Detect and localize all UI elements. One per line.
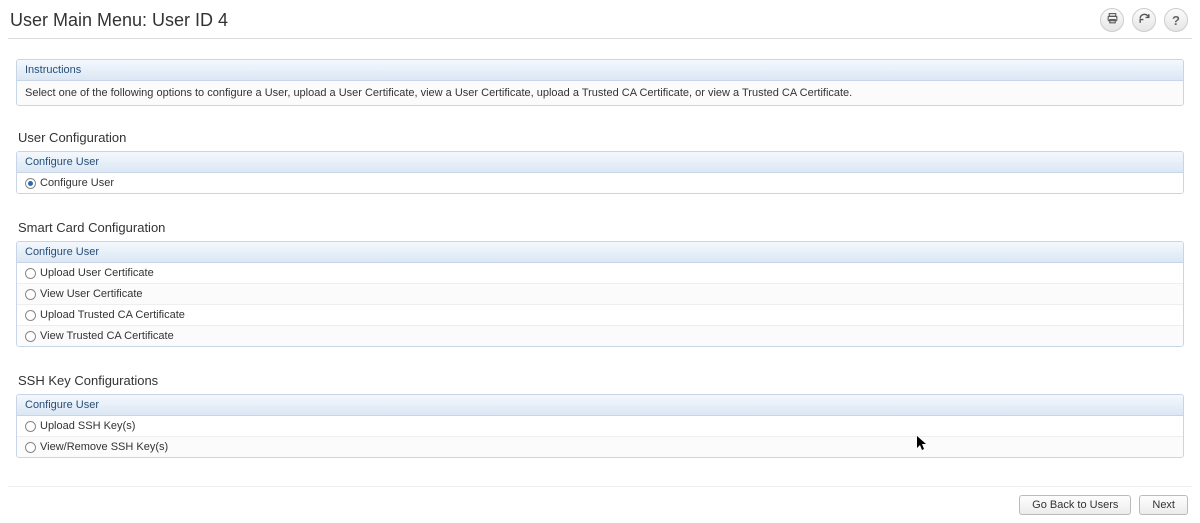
instructions-header: Instructions <box>17 60 1183 81</box>
radio-icon <box>25 421 36 432</box>
page-title: User Main Menu: User ID 4 <box>10 10 228 31</box>
option-upload-trusted-ca[interactable]: Upload Trusted CA Certificate <box>17 305 1183 326</box>
go-back-button[interactable]: Go Back to Users <box>1019 495 1131 515</box>
option-label: Upload SSH Key(s) <box>40 420 135 432</box>
print-button[interactable] <box>1100 8 1124 32</box>
printer-icon <box>1106 12 1119 28</box>
next-button[interactable]: Next <box>1139 495 1188 515</box>
option-upload-user-cert[interactable]: Upload User Certificate <box>17 263 1183 284</box>
option-label: View Trusted CA Certificate <box>40 330 174 342</box>
smart-card-title: Smart Card Configuration <box>18 220 1184 235</box>
user-config-subheader: Configure User <box>17 152 1183 173</box>
page-header: User Main Menu: User ID 4 ? <box>0 0 1200 38</box>
help-button[interactable]: ? <box>1164 8 1188 32</box>
option-label: View/Remove SSH Key(s) <box>40 441 168 453</box>
option-view-user-cert[interactable]: View User Certificate <box>17 284 1183 305</box>
refresh-button[interactable] <box>1132 8 1156 32</box>
option-view-trusted-ca[interactable]: View Trusted CA Certificate <box>17 326 1183 346</box>
radio-icon <box>25 289 36 300</box>
ssh-title: SSH Key Configurations <box>18 373 1184 388</box>
option-label: View User Certificate <box>40 288 143 300</box>
main-content: Instructions Select one of the following… <box>0 39 1200 458</box>
user-config-title: User Configuration <box>18 130 1184 145</box>
ssh-subheader: Configure User <box>17 395 1183 416</box>
instructions-panel: Instructions Select one of the following… <box>16 59 1184 106</box>
help-icon: ? <box>1172 13 1180 28</box>
footer-buttons: Go Back to Users Next <box>1019 495 1188 515</box>
option-view-remove-ssh-key[interactable]: View/Remove SSH Key(s) <box>17 437 1183 457</box>
refresh-icon <box>1138 12 1151 28</box>
option-label: Configure User <box>40 177 114 189</box>
header-toolbar: ? <box>1100 8 1188 32</box>
option-label: Upload Trusted CA Certificate <box>40 309 185 321</box>
option-configure-user[interactable]: Configure User <box>17 173 1183 193</box>
option-label: Upload User Certificate <box>40 267 154 279</box>
radio-icon <box>25 331 36 342</box>
smart-card-subheader: Configure User <box>17 242 1183 263</box>
radio-icon <box>25 178 36 189</box>
instructions-body: Select one of the following options to c… <box>17 81 1183 105</box>
radio-icon <box>25 268 36 279</box>
footer-divider <box>8 486 1192 487</box>
user-config-table: Configure User Configure User <box>16 151 1184 194</box>
radio-icon <box>25 310 36 321</box>
smart-card-table: Configure User Upload User Certificate V… <box>16 241 1184 347</box>
ssh-table: Configure User Upload SSH Key(s) View/Re… <box>16 394 1184 458</box>
option-upload-ssh-key[interactable]: Upload SSH Key(s) <box>17 416 1183 437</box>
radio-icon <box>25 442 36 453</box>
